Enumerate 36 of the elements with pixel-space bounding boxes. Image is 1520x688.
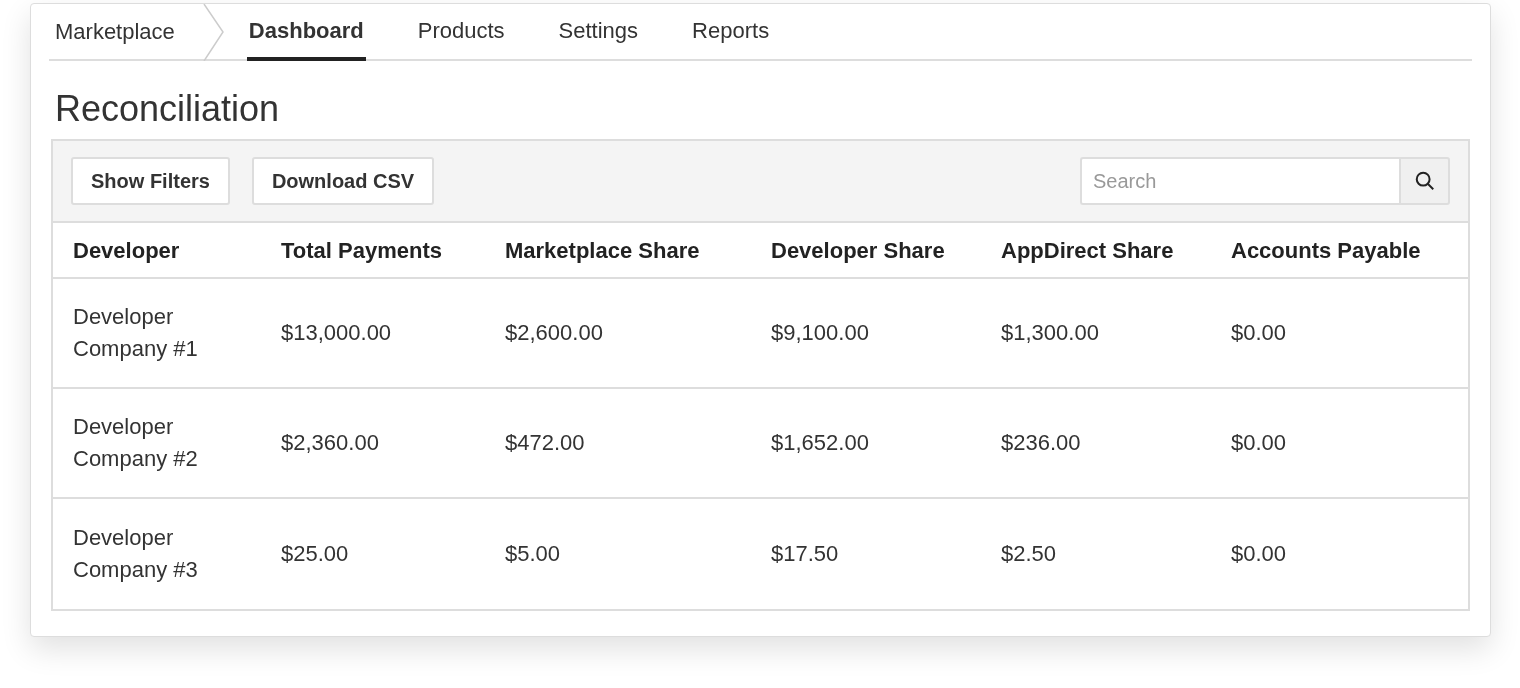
column-header: Total Payments: [281, 236, 443, 265]
search-field[interactable]: Search: [1080, 157, 1399, 205]
nav-tab[interactable]: Settings: [556, 4, 641, 61]
table-cell-text: $1,300.00: [1001, 319, 1100, 347]
search-button[interactable]: [1399, 157, 1450, 205]
table-cell-text: Developer Company #3: [73, 524, 199, 584]
table-cell-text: $13,000.00: [281, 319, 393, 347]
search-icon: [1413, 170, 1436, 192]
breadcrumb-link[interactable]: Marketplace: [49, 4, 247, 59]
table-cell-text: $2.50: [1001, 540, 1058, 568]
page-title: Reconciliation: [55, 91, 281, 127]
column-header: Marketplace Share: [505, 236, 701, 265]
column-header: AppDirect Share: [1001, 236, 1175, 265]
table-cell-text: $472.00: [505, 429, 586, 457]
nav-tab[interactable]: Reports: [690, 4, 772, 61]
table-cell-text: $25.00: [281, 540, 350, 568]
nav-tab[interactable]: Dashboard: [246, 4, 366, 61]
table-cell-text: $5.00: [505, 540, 562, 568]
table-cell-text: $2,360.00: [281, 429, 380, 457]
column-header: Developer Share: [771, 236, 946, 265]
column-header: Accounts Payable: [1231, 236, 1422, 265]
nav-tab[interactable]: Products: [415, 4, 507, 61]
table-cell-text: Developer Company #1: [73, 303, 199, 363]
table-cell-text: Developer Company #2: [73, 413, 199, 473]
toolbar-button[interactable]: Download CSV: [251, 157, 435, 205]
table-cell-text: $1,652.00: [771, 429, 870, 457]
table-cell-text: $236.00: [1001, 429, 1082, 457]
chevron-separator-icon: [202, 4, 225, 61]
table-cell-text: $0.00: [1231, 319, 1288, 347]
table-cell-text: $9,100.00: [771, 319, 870, 347]
table-cell-text: $0.00: [1231, 540, 1288, 568]
toolbar-button[interactable]: Show Filters: [71, 157, 230, 205]
table-cell-text: $17.50: [771, 540, 840, 568]
table-cell-text: $2,600.00: [505, 319, 604, 347]
column-header: Developer: [73, 236, 181, 265]
table-cell-text: $0.00: [1231, 429, 1288, 457]
